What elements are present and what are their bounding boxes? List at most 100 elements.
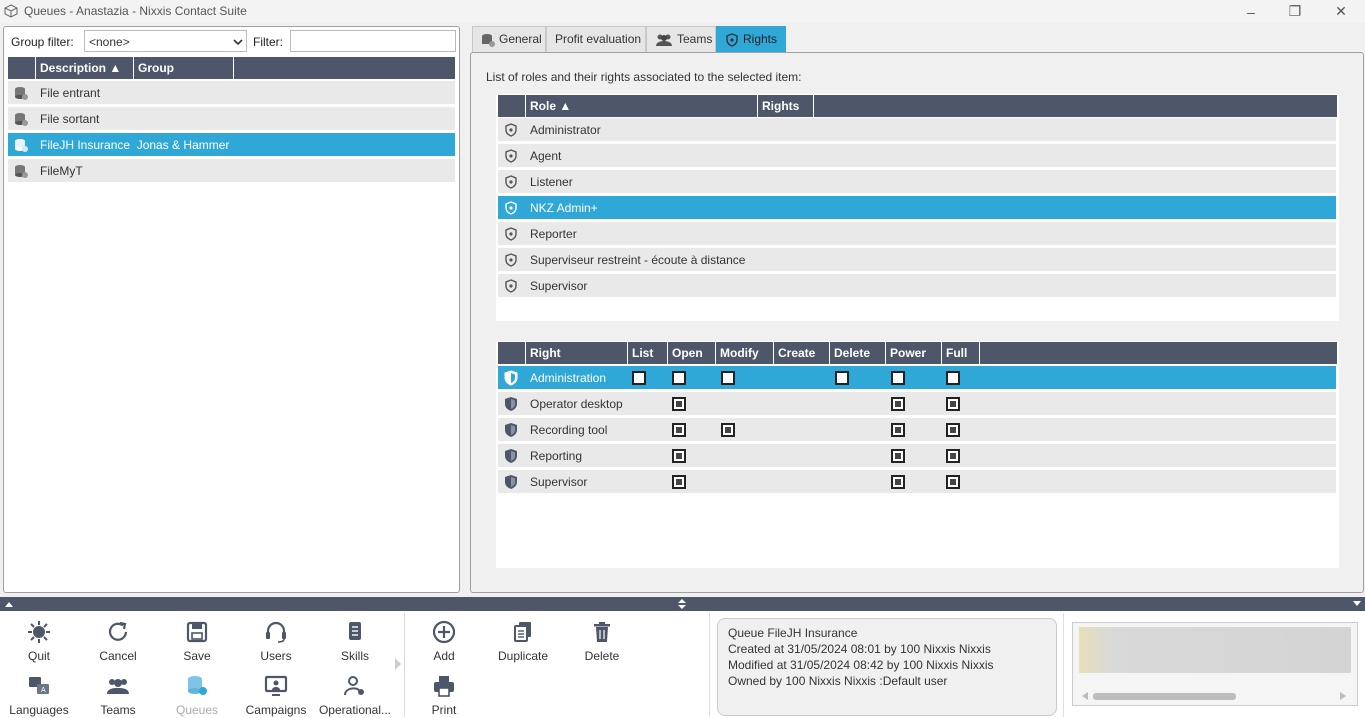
tab-profit-evaluation[interactable]: Profit evaluation	[546, 26, 646, 52]
add-button[interactable]: Add	[405, 619, 483, 663]
delete-checkbox[interactable]	[835, 371, 849, 385]
power-checkbox[interactable]	[891, 423, 905, 437]
header-role[interactable]: Role ▲	[526, 95, 758, 117]
delete-button[interactable]: Delete	[563, 619, 641, 663]
panel-splitter[interactable]	[0, 597, 1365, 611]
right-name: Administration	[530, 371, 607, 385]
right-row[interactable]: Operator desktop	[498, 392, 1336, 416]
header-create[interactable]: Create	[774, 342, 830, 364]
resize-grip-icon[interactable]	[677, 598, 687, 610]
header-delete[interactable]: Delete	[830, 342, 886, 364]
header-right[interactable]: Right	[526, 342, 628, 364]
operational-button[interactable]: Operational...	[316, 673, 394, 717]
queue-icon	[15, 165, 28, 178]
full-checkbox[interactable]	[946, 475, 960, 489]
full-checkbox[interactable]	[946, 397, 960, 411]
shield-icon	[505, 279, 517, 293]
role-row[interactable]: Superviseur restreint - écoute à distanc…	[498, 248, 1336, 272]
right-name: Operator desktop	[530, 397, 623, 411]
role-row[interactable]: Supervisor	[498, 274, 1336, 298]
list-checkbox[interactable]	[632, 371, 646, 385]
filter-input[interactable]	[290, 30, 456, 52]
queue-row[interactable]: File entrant	[8, 81, 455, 105]
horizontal-scrollbar-thumb[interactable]	[1093, 693, 1236, 700]
header-group[interactable]: Group	[134, 57, 234, 79]
power-checkbox[interactable]	[891, 371, 905, 385]
role-row[interactable]: Listener	[498, 170, 1336, 194]
header-list[interactable]: List	[628, 342, 668, 364]
teams-button[interactable]: Teams	[79, 673, 157, 717]
group-filter-select[interactable]: <none>	[84, 30, 247, 52]
tab-teams[interactable]: Teams	[646, 26, 716, 52]
tab-general-label: General	[499, 32, 542, 46]
refresh-icon	[108, 621, 128, 641]
open-checkbox[interactable]	[672, 449, 686, 463]
power-checkbox[interactable]	[891, 397, 905, 411]
quit-button[interactable]: Quit	[0, 619, 78, 663]
languages-button[interactable]: A Languages	[0, 673, 78, 717]
tab-teams-label: Teams	[677, 32, 713, 46]
power-checkbox[interactable]	[891, 449, 905, 463]
minimize-button[interactable]: –	[1228, 0, 1274, 23]
open-checkbox[interactable]	[672, 371, 686, 385]
scroll-right-icon[interactable]	[1339, 691, 1347, 701]
item-info-box: Queue FileJH Insurance Created at 31/05/…	[717, 618, 1057, 716]
shield-icon	[505, 149, 517, 163]
queue-name: File sortant	[40, 112, 100, 126]
modify-checkbox[interactable]	[721, 423, 735, 437]
role-row[interactable]: Reporter	[498, 222, 1336, 246]
open-checkbox[interactable]	[672, 475, 686, 489]
open-checkbox[interactable]	[672, 423, 686, 437]
scroll-left-icon[interactable]	[1081, 691, 1089, 701]
header-power[interactable]: Power	[886, 342, 942, 364]
tab-rights[interactable]: Rights	[716, 26, 786, 52]
shield-icon	[505, 201, 517, 215]
shield-icon	[505, 227, 517, 241]
role-row[interactable]: Administrator	[498, 118, 1336, 142]
role-row-selected[interactable]: NKZ Admin+	[498, 196, 1336, 220]
campaigns-button[interactable]: Campaigns	[237, 673, 315, 717]
right-row[interactable]: Reporting	[498, 444, 1336, 468]
full-checkbox[interactable]	[946, 449, 960, 463]
header-open[interactable]: Open	[668, 342, 716, 364]
open-checkbox[interactable]	[672, 397, 686, 411]
right-row-selected[interactable]: Administration	[498, 366, 1336, 390]
collapse-down-icon[interactable]	[1352, 600, 1362, 608]
queue-row-selected[interactable]: FileJH Insurance Jonas & Hammer	[8, 133, 455, 157]
header-modify[interactable]: Modify	[716, 342, 774, 364]
queues-label: Queues	[175, 703, 219, 717]
header-description[interactable]: Description ▲	[36, 57, 134, 79]
full-checkbox[interactable]	[946, 371, 960, 385]
print-button[interactable]: Print	[405, 673, 483, 717]
collapse-up-icon[interactable]	[4, 600, 14, 608]
shield-icon	[504, 370, 518, 386]
close-button[interactable]: ✕	[1318, 0, 1364, 23]
users-button[interactable]: Users	[237, 619, 315, 663]
duplicate-button[interactable]: Duplicate	[484, 619, 562, 663]
right-row[interactable]: Recording tool	[498, 418, 1336, 442]
header-rights[interactable]: Rights	[758, 95, 814, 117]
cancel-button[interactable]: Cancel	[79, 619, 157, 663]
group-filter-label: Group filter:	[11, 35, 74, 49]
window-title: Queues - Anastazia - Nixxis Contact Suit…	[24, 4, 247, 18]
shield-icon	[505, 123, 517, 137]
power-checkbox[interactable]	[891, 475, 905, 489]
full-checkbox[interactable]	[946, 423, 960, 437]
queue-icon	[15, 87, 28, 100]
right-row[interactable]: Supervisor	[498, 470, 1336, 494]
role-row[interactable]: Agent	[498, 144, 1336, 168]
roles-grid-header: Role ▲ Rights	[498, 95, 1337, 117]
queue-row[interactable]: FileMyT	[8, 159, 455, 183]
tab-general[interactable]: General	[472, 26, 546, 52]
skills-button[interactable]: Skills	[316, 619, 394, 663]
header-full[interactable]: Full	[942, 342, 980, 364]
preview-pane	[1072, 622, 1358, 706]
modify-checkbox[interactable]	[721, 371, 735, 385]
save-button[interactable]: Save	[158, 619, 236, 663]
restore-button[interactable]: ❐	[1272, 0, 1318, 23]
queues-button[interactable]: Queues	[158, 673, 236, 717]
expand-right-icon[interactable]	[394, 657, 402, 671]
queue-row[interactable]: File sortant	[8, 107, 455, 131]
tab-rights-label: Rights	[743, 32, 778, 46]
queue-icon	[188, 676, 207, 695]
